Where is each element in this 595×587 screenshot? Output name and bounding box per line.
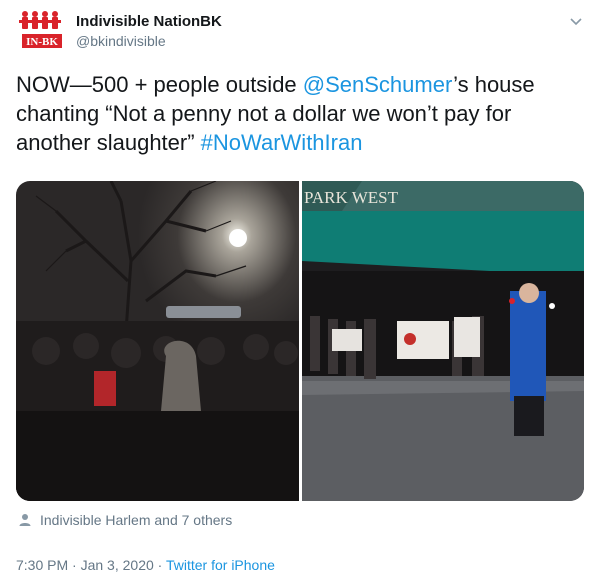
person-icon xyxy=(19,514,31,526)
tweet-text-part1: NOW—500 + people outside xyxy=(16,72,303,97)
tweet-menu-button[interactable] xyxy=(567,12,585,30)
indivisible-logo-icon: IN-BK xyxy=(19,11,62,48)
avatar-text: IN-BK xyxy=(26,36,58,48)
building-protest-photo: PARK WEST xyxy=(302,181,584,501)
tweet-date[interactable]: Jan 3, 2020 xyxy=(81,557,154,573)
chevron-down-icon xyxy=(570,18,582,26)
hashtag-link[interactable]: #NoWarWithIran xyxy=(201,130,363,155)
mention-link[interactable]: @SenSchumer xyxy=(303,72,453,97)
tweet-source[interactable]: Twitter for iPhone xyxy=(166,557,275,573)
tweet-meta: 7:30 PM · Jan 3, 2020 · Twitter for iPho… xyxy=(16,557,275,573)
building-sign: PARK WEST xyxy=(304,188,399,207)
account-name[interactable]: Indivisible NationBK xyxy=(76,13,222,30)
tagged-people[interactable]: Indivisible Harlem and 7 others xyxy=(18,512,232,528)
account-avatar[interactable]: IN-BK xyxy=(16,10,66,50)
tagged-text: Indivisible Harlem and 7 others xyxy=(40,512,233,528)
account-handle[interactable]: @bkindivisible xyxy=(76,33,166,49)
protest-night-photo xyxy=(16,181,299,501)
tweet-time[interactable]: 7:30 PM xyxy=(16,557,68,573)
photo-right[interactable]: PARK WEST xyxy=(302,181,584,501)
tweet-text: NOW—500 + people outside @SenSchumer’s h… xyxy=(16,70,576,157)
photo-left[interactable] xyxy=(16,181,299,501)
meta-separator-2: · xyxy=(153,557,166,573)
meta-separator: · xyxy=(68,557,81,573)
